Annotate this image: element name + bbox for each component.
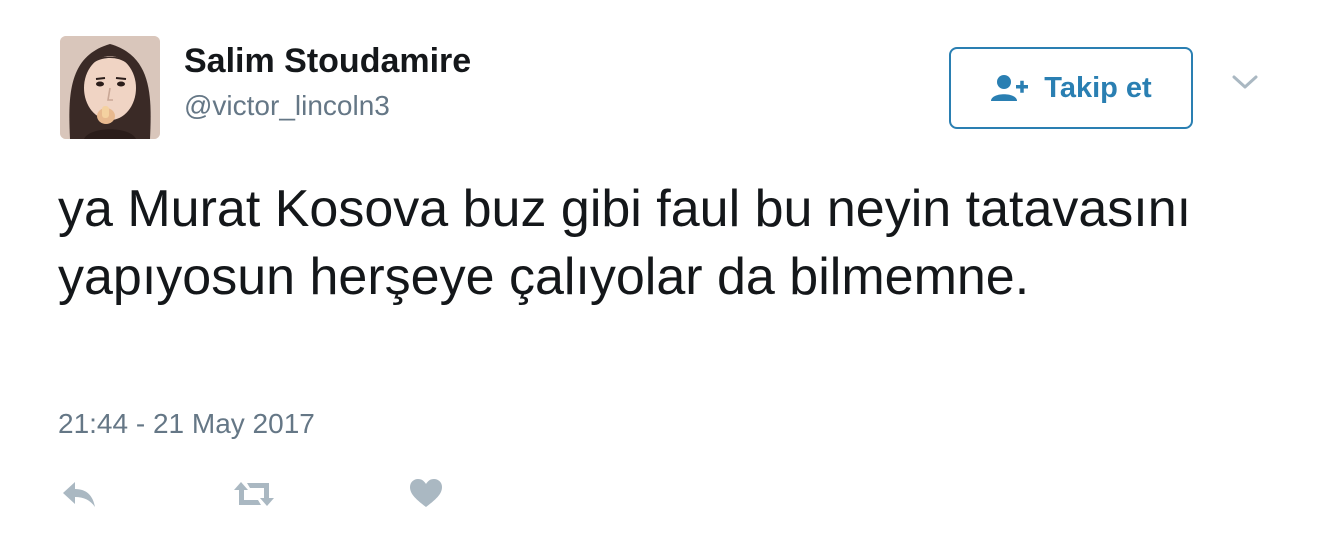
- like-button[interactable]: [408, 474, 444, 514]
- user-handle[interactable]: @victor_lincoln3: [184, 90, 390, 122]
- reply-icon: [63, 482, 95, 507]
- retweet-button[interactable]: [230, 474, 278, 514]
- tweet-menu-button[interactable]: [1230, 72, 1260, 92]
- display-name[interactable]: Salim Stoudamire: [184, 42, 471, 81]
- avatar[interactable]: [60, 36, 160, 139]
- reply-button[interactable]: [60, 474, 98, 514]
- tweet-text: ya Murat Kosova buz gibi faul bu neyin t…: [58, 180, 1192, 306]
- follow-button[interactable]: Takip et: [949, 47, 1193, 129]
- tweet-timestamp[interactable]: 21:44 - 21 May 2017: [58, 408, 315, 440]
- avatar-image: [60, 36, 160, 139]
- retweet-icon: [234, 482, 274, 506]
- add-user-icon: [991, 75, 1029, 101]
- like-icon: [410, 479, 442, 507]
- chevron-down-icon: [1232, 75, 1258, 89]
- follow-button-label: Takip et: [1044, 71, 1152, 104]
